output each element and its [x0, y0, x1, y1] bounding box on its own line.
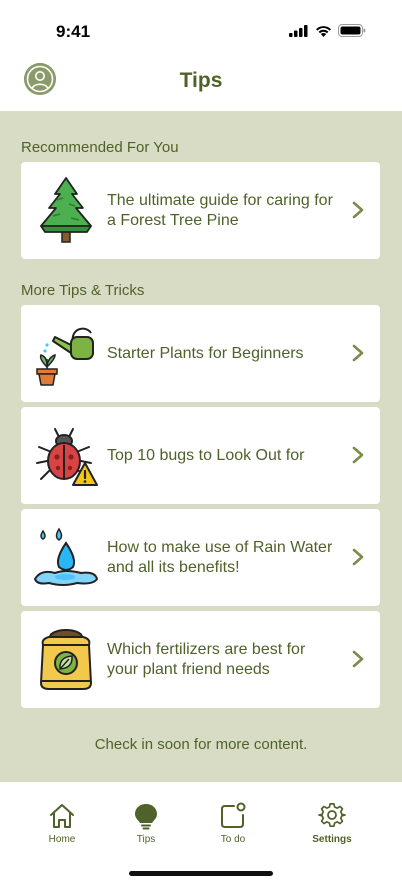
status-icons	[289, 24, 366, 37]
tab-label: Tips	[136, 834, 156, 845]
signal-icon	[289, 24, 308, 37]
battery-icon	[338, 24, 366, 37]
fertilizer-bag-icon	[40, 629, 92, 690]
card-title: Top 10 bugs to Look Out for	[107, 446, 305, 464]
todo-icon	[221, 802, 246, 828]
tab-todo[interactable]: To do	[203, 802, 263, 845]
bug-warning-icon	[36, 428, 98, 486]
chevron-right-icon	[352, 548, 364, 566]
tab-bar: Home Tips To do Settings	[0, 782, 402, 884]
card-title: How to make use of Rain Water and all it…	[107, 538, 333, 576]
home-indicator	[129, 871, 273, 876]
header: Tips	[0, 58, 402, 111]
gear-icon	[318, 803, 346, 828]
section-label-recommended: Recommended For You	[21, 139, 179, 156]
chevron-right-icon	[352, 446, 364, 464]
status-bar: 9:41	[0, 0, 402, 58]
tab-label: Home	[48, 834, 76, 845]
card-title: The ultimate guide for caring for a Fore…	[107, 191, 333, 229]
section-label-more: More Tips & Tricks	[21, 282, 145, 299]
chevron-right-icon	[352, 650, 364, 668]
chevron-right-icon	[352, 344, 364, 362]
wifi-icon	[316, 25, 331, 37]
main-content: Recommended For You The ultimate guide f…	[0, 111, 402, 782]
tip-card-fertilizers[interactable]: Which fertilizers are best for your plan…	[21, 611, 380, 708]
footer-note: Check in soon for more content.	[94, 736, 308, 753]
tip-card-forest-pine[interactable]: The ultimate guide for caring for a Fore…	[21, 162, 380, 259]
tab-home[interactable]: Home	[32, 802, 92, 845]
watering-can-icon	[36, 327, 94, 386]
card-title: Starter Plants for Beginners	[107, 344, 304, 362]
tip-card-bugs[interactable]: Top 10 bugs to Look Out for	[21, 407, 380, 504]
status-time: 9:41	[56, 22, 91, 41]
water-drops-icon	[34, 527, 98, 586]
pine-tree-icon	[40, 177, 92, 243]
tab-tips[interactable]: Tips	[116, 802, 176, 845]
tip-card-rain-water[interactable]: How to make use of Rain Water and all it…	[21, 509, 380, 606]
card-title: Which fertilizers are best for your plan…	[107, 640, 306, 678]
tip-card-starter-plants[interactable]: Starter Plants for Beginners	[21, 305, 380, 402]
home-icon	[50, 804, 74, 828]
page-title: Tips	[179, 69, 223, 92]
chevron-right-icon	[352, 201, 364, 219]
tab-label: Settings	[312, 834, 352, 845]
lightbulb-icon	[135, 804, 157, 830]
tab-settings[interactable]: Settings	[302, 802, 362, 845]
tab-label: To do	[220, 834, 246, 845]
